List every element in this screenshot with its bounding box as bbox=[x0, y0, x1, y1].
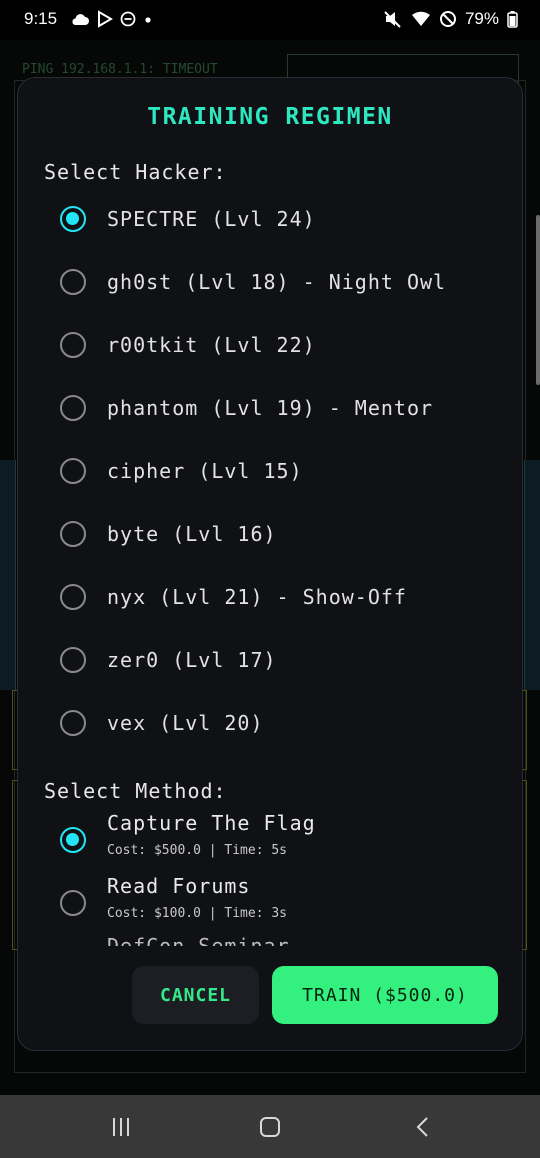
radio-selected-icon[interactable] bbox=[60, 827, 86, 853]
method-name: Capture The Flag bbox=[107, 811, 316, 835]
radio-icon[interactable] bbox=[60, 269, 86, 295]
hacker-option-zer0[interactable]: zer0 (Lvl 17) bbox=[60, 640, 277, 680]
battery-icon bbox=[507, 11, 518, 28]
hacker-option-phantom[interactable]: phantom (Lvl 19) - Mentor bbox=[60, 388, 433, 428]
status-bar: 9:15 79% bbox=[0, 0, 540, 40]
hacker-option-gh0st[interactable]: gh0st (Lvl 18) - Night Owl bbox=[60, 262, 446, 302]
radio-icon[interactable] bbox=[60, 710, 86, 736]
hacker-option-byte[interactable]: byte (Lvl 16) bbox=[60, 514, 277, 554]
wifi-icon bbox=[411, 11, 430, 26]
method-option-read-forums[interactable]: Read Forums Cost: $100.0 | Time: 3s bbox=[60, 874, 480, 928]
radio-icon[interactable] bbox=[60, 890, 86, 916]
play-store-icon bbox=[98, 10, 113, 28]
method-name: DefCon Seminar bbox=[107, 934, 290, 946]
recent-apps-icon[interactable] bbox=[109, 1115, 133, 1139]
hacker-option-label: cipher (Lvl 15) bbox=[107, 459, 303, 483]
hacker-option-vex[interactable]: vex (Lvl 20) bbox=[60, 703, 264, 743]
method-name: Read Forums bbox=[107, 874, 251, 898]
hacker-option-label: vex (Lvl 20) bbox=[107, 711, 264, 735]
hacker-option-label: SPECTRE (Lvl 24) bbox=[107, 207, 316, 231]
method-option-capture-the-flag[interactable]: Capture The Flag Cost: $500.0 | Time: 5s bbox=[60, 811, 480, 865]
hacker-option-label: byte (Lvl 16) bbox=[107, 522, 277, 546]
dialog-title: TRAINING REGIMEN bbox=[147, 104, 393, 130]
radio-icon[interactable] bbox=[60, 458, 86, 484]
cloud-icon bbox=[72, 14, 89, 25]
navigation-bar bbox=[0, 1095, 540, 1158]
radio-icon[interactable] bbox=[60, 395, 86, 421]
scrollbar[interactable] bbox=[536, 215, 540, 385]
train-button[interactable]: TRAIN ($500.0) bbox=[272, 966, 498, 1024]
back-icon[interactable] bbox=[411, 1115, 435, 1139]
hacker-option-label: gh0st (Lvl 18) - Night Owl bbox=[107, 270, 447, 294]
hacker-option-cipher[interactable]: cipher (Lvl 15) bbox=[60, 451, 303, 491]
radio-selected-icon[interactable] bbox=[60, 206, 86, 232]
background-panel-right bbox=[524, 460, 540, 690]
hacker-option-label: zer0 (Lvl 17) bbox=[107, 648, 277, 672]
no-disturb-icon bbox=[439, 11, 456, 27]
method-cost-time: Cost: $100.0 | Time: 3s bbox=[107, 906, 288, 921]
home-icon[interactable] bbox=[258, 1115, 282, 1139]
dnd-icon bbox=[120, 11, 136, 27]
hacker-option-nyx[interactable]: nyx (Lvl 21) - Show-Off bbox=[60, 577, 407, 617]
terminal-line: PING 192.168.1.1: TIMEOUT bbox=[22, 62, 218, 77]
method-section-label: Select Method: bbox=[44, 779, 227, 803]
battery-percent: 79% bbox=[464, 9, 499, 28]
status-time: 9:15 bbox=[24, 9, 58, 28]
radio-icon[interactable] bbox=[60, 521, 86, 547]
cancel-button[interactable]: CANCEL bbox=[132, 966, 259, 1024]
mute-icon bbox=[384, 11, 401, 28]
background-panel-left bbox=[0, 460, 16, 690]
hacker-option-label: phantom (Lvl 19) - Mentor bbox=[107, 396, 434, 420]
training-dialog: TRAINING REGIMEN Select Hacker: SPECTRE … bbox=[17, 77, 523, 1051]
method-option-partial: DefCon Seminar bbox=[18, 928, 522, 946]
hacker-option-label: nyx (Lvl 21) - Show-Off bbox=[107, 585, 407, 609]
dot-icon bbox=[145, 17, 151, 23]
radio-icon[interactable] bbox=[60, 332, 86, 358]
radio-icon[interactable] bbox=[60, 647, 86, 673]
method-cost-time: Cost: $500.0 | Time: 5s bbox=[107, 843, 288, 858]
radio-icon[interactable] bbox=[60, 584, 86, 610]
hacker-option-r00tkit[interactable]: r00tkit (Lvl 22) bbox=[60, 325, 316, 365]
hacker-option-spectre[interactable]: SPECTRE (Lvl 24) bbox=[60, 199, 316, 239]
hacker-option-label: r00tkit (Lvl 22) bbox=[107, 333, 316, 357]
hacker-section-label: Select Hacker: bbox=[44, 160, 227, 184]
